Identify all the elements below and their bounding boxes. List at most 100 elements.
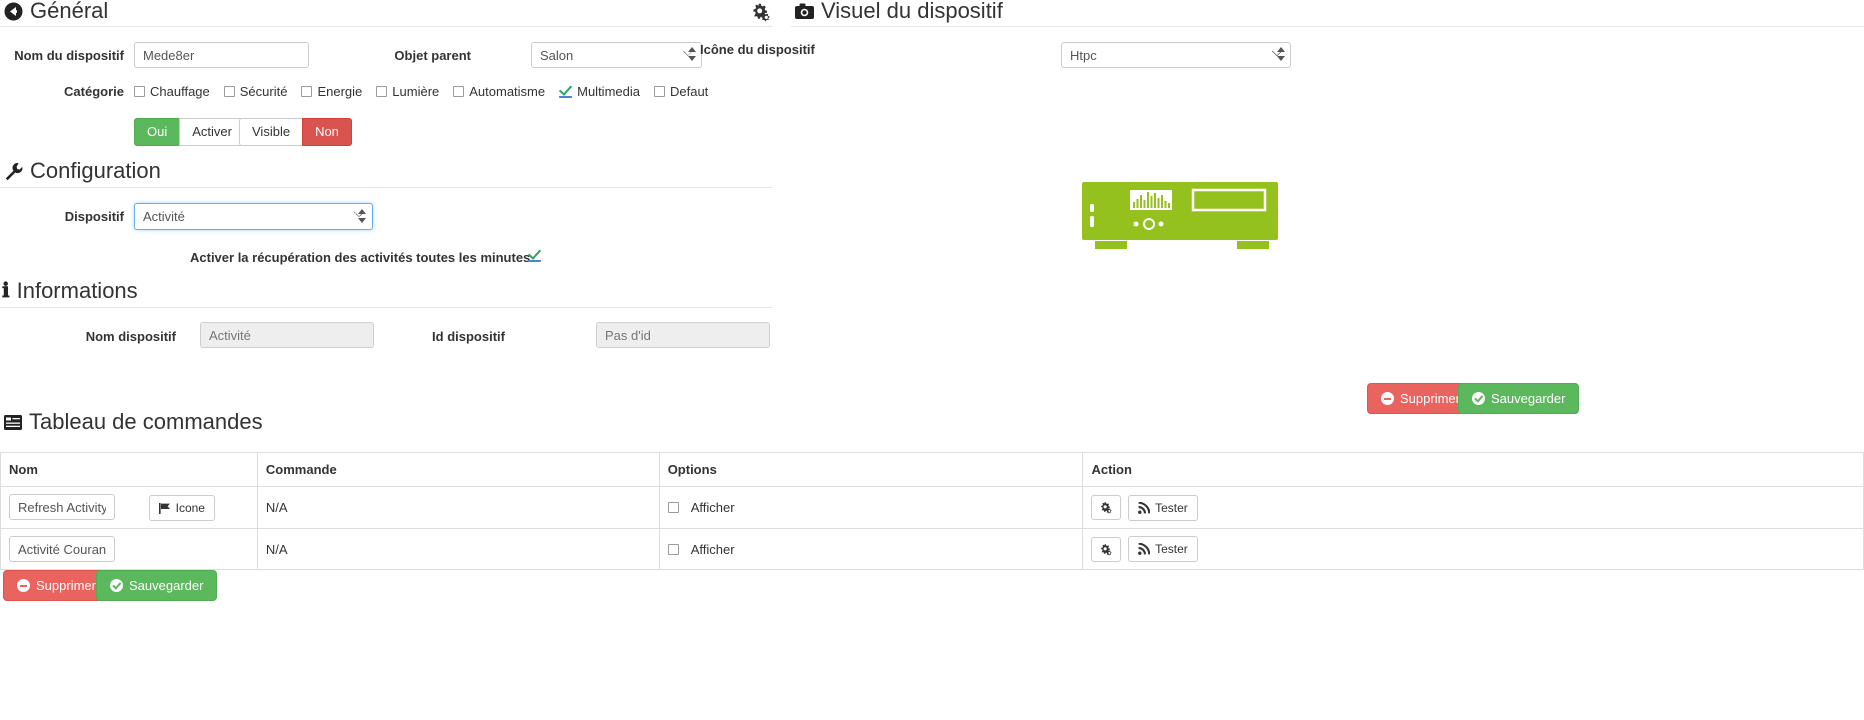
checkbox-automatisme[interactable] <box>453 86 465 97</box>
category-securite[interactable]: Sécurité <box>223 84 288 99</box>
toggle-group-visible: Visible Non <box>239 118 352 146</box>
device-settings-page: Général Nom du dispositif Objet parent S… <box>0 0 1864 720</box>
command-name-input[interactable] <box>9 536 115 563</box>
section-title-configuration: Configuration <box>30 158 161 183</box>
htpc-media-center-icon <box>1080 182 1280 260</box>
cell-commande: N/A <box>256 485 660 530</box>
minus-circle-icon <box>1381 392 1394 405</box>
section-title-informations: Informations <box>16 278 138 303</box>
cell-action: Tester <box>1082 528 1864 571</box>
option-afficher-label: Afficher <box>690 541 735 557</box>
label-info-device-name: Nom dispositif <box>85 329 176 344</box>
camera-icon <box>795 3 814 19</box>
command-name-input[interactable] <box>9 494 115 520</box>
test-command-label: Tester <box>1155 500 1188 515</box>
section-header-visual: Visuel du dispositif <box>795 0 1003 24</box>
column-header-nom: Nom <box>0 452 258 487</box>
checkbox-lumiere[interactable] <box>376 86 388 97</box>
checkbox-afficher[interactable] <box>667 543 679 555</box>
cell-nom <box>0 528 258 571</box>
delete-button-bottom[interactable]: Supprimer <box>3 570 110 601</box>
section-header-configuration: Configuration <box>4 158 161 184</box>
option-afficher-label: Afficher <box>690 500 735 516</box>
test-command-button[interactable]: Tester <box>1128 494 1198 521</box>
flag-icon <box>158 502 171 514</box>
cell-options: Afficher <box>658 528 1084 571</box>
label-device-icon: Icône du dispositif <box>700 42 815 57</box>
test-command-button[interactable]: Tester <box>1128 536 1198 563</box>
save-button-top-label: Sauvegarder <box>1491 391 1566 406</box>
checkbox-chauffage[interactable] <box>134 86 145 97</box>
category-multimedia[interactable]: Multimedia <box>559 84 640 99</box>
section-title-general: Général <box>30 0 109 23</box>
toggle-oui[interactable]: Oui <box>134 118 181 146</box>
category-defaut-label: Defaut <box>669 84 709 99</box>
checkbox-multimedia[interactable] <box>559 85 573 98</box>
toggle-visible[interactable]: Visible <box>239 118 304 146</box>
label-info-device-id: Id dispositif <box>432 329 505 344</box>
label-device-name: Nom du dispositif <box>14 48 124 63</box>
divider-configuration <box>0 187 772 188</box>
category-checkbox-group: Chauffage Sécurité Energie Lumière Autom… <box>134 84 708 99</box>
label-category: Catégorie <box>64 84 124 99</box>
cell-options: Afficher <box>658 485 1084 530</box>
signal-icon <box>1138 501 1151 514</box>
checkbox-afficher[interactable] <box>667 502 679 514</box>
test-command-label: Tester <box>1155 542 1188 557</box>
checkbox-securite[interactable] <box>223 86 235 97</box>
info-icon: ℹ <box>2 280 10 302</box>
save-button-bottom-label: Sauvegarder <box>129 578 204 593</box>
column-header-options: Options <box>658 452 1084 487</box>
label-refresh-activity: Activer la récupération des activités to… <box>190 250 531 265</box>
cell-nom: Icone <box>0 485 258 530</box>
toggle-group-enable: Oui Activer <box>134 118 245 146</box>
table-row: N/A Afficher <box>0 528 1864 571</box>
label-parent-object: Objet parent <box>394 48 471 63</box>
info-device-id-input <box>596 322 770 348</box>
category-energie-label: Energie <box>317 84 363 99</box>
delete-button-bottom-label: Supprimer <box>36 578 96 593</box>
section-header-general: Général <box>4 0 108 24</box>
icone-button-label: Icone <box>175 501 205 516</box>
checkbox-energie[interactable] <box>301 86 313 97</box>
category-automatisme[interactable]: Automatisme <box>453 84 545 99</box>
gears-icon <box>1099 501 1113 514</box>
delete-button-top-label: Supprimer <box>1400 391 1460 406</box>
category-automatisme-label: Automatisme <box>469 84 546 99</box>
section-title-visual: Visuel du dispositif <box>821 0 1003 23</box>
device-name-input[interactable] <box>134 42 309 68</box>
section-header-informations: ℹ Informations <box>2 278 138 304</box>
icone-button[interactable]: Icone <box>148 495 215 522</box>
category-energie[interactable]: Energie <box>301 84 362 99</box>
category-lumiere-label: Lumière <box>392 84 440 99</box>
configure-command-button[interactable] <box>1091 536 1122 562</box>
dispositif-select[interactable]: Activité <box>134 203 373 230</box>
label-dispositif: Dispositif <box>64 209 124 224</box>
category-multimedia-label: Multimedia <box>577 84 640 99</box>
parent-object-select[interactable]: Salon <box>531 42 702 68</box>
check-circle-icon <box>1472 392 1485 405</box>
table-icon <box>4 414 22 430</box>
category-chauffage[interactable]: Chauffage <box>134 84 210 99</box>
signal-icon <box>1138 543 1151 555</box>
toggle-activer[interactable]: Activer <box>179 118 245 146</box>
cell-commande: N/A <box>256 528 660 571</box>
checkbox-defaut[interactable] <box>653 86 665 97</box>
gears-icon[interactable] <box>750 2 772 22</box>
column-header-commande: Commande <box>256 452 660 487</box>
category-defaut[interactable]: Defaut <box>653 84 709 99</box>
table-header-row: Nom Commande Options Action <box>0 452 1864 487</box>
save-button-top[interactable]: Sauvegarder <box>1458 383 1580 414</box>
commands-table: Nom Commande Options Action Icone N/A <box>0 452 1864 571</box>
divider-general <box>0 26 772 27</box>
minus-circle-icon <box>17 579 30 592</box>
toggle-non[interactable]: Non <box>302 118 352 146</box>
configure-command-button[interactable] <box>1091 495 1122 521</box>
save-button-bottom[interactable]: Sauvegarder <box>96 570 218 601</box>
section-title-commands: Tableau de commandes <box>29 409 263 434</box>
category-lumiere[interactable]: Lumière <box>376 84 439 99</box>
category-securite-label: Sécurité <box>239 84 288 99</box>
table-row: Icone N/A Afficher <box>0 485 1864 530</box>
device-icon-select[interactable]: Htpc <box>1061 42 1291 68</box>
checkbox-refresh-activity[interactable] <box>528 249 541 262</box>
